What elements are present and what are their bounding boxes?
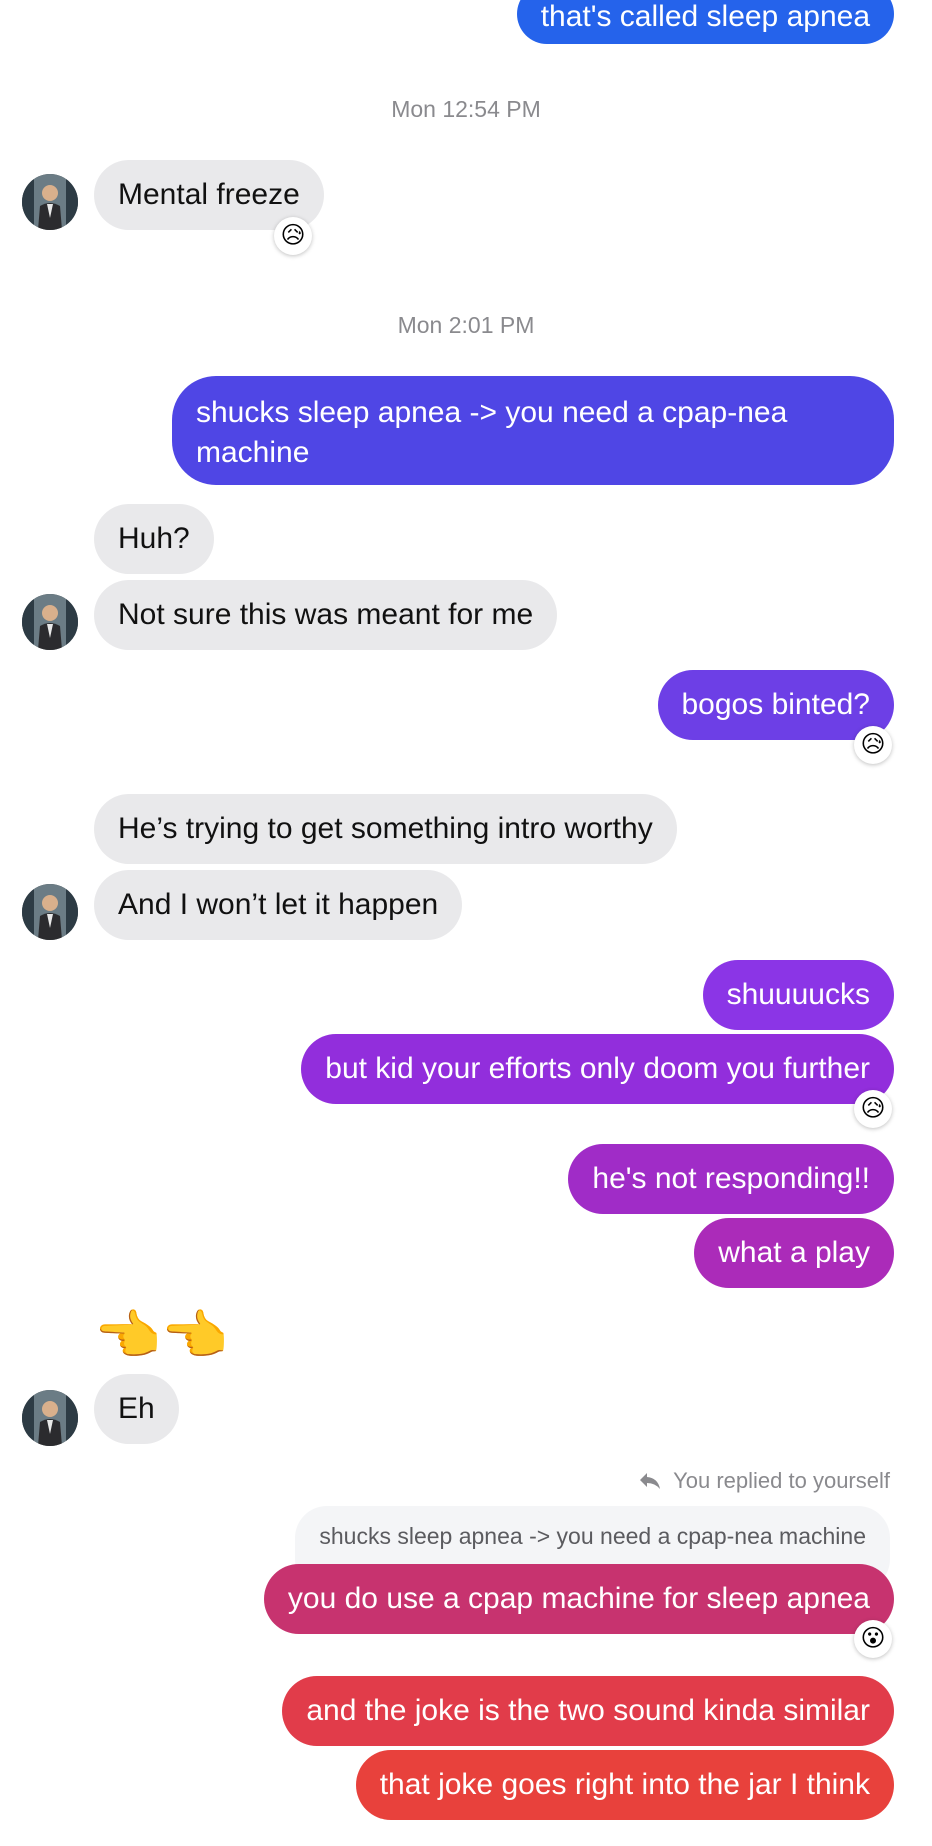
outgoing-message[interactable]: he's not responding!! [568,1144,894,1214]
outgoing-message[interactable]: but kid your efforts only doom you furth… [301,1034,894,1104]
outgoing-message[interactable]: that's called sleep apnea [516,0,894,44]
contact-avatar[interactable] [22,884,78,940]
contact-avatar[interactable] [22,594,78,650]
outgoing-message[interactable]: bogos binted? [657,670,894,740]
contact-avatar[interactable] [22,174,78,230]
reply-context-label: You replied to yourself [639,1468,890,1494]
timestamp: Mon 2:01 PM [397,312,535,338]
incoming-message[interactable]: He’s trying to get something intro worth… [94,794,677,864]
sad-tear-reaction-icon[interactable]: 😥 [854,1090,892,1128]
incoming-message[interactable]: Huh? [94,504,214,574]
pointing-hands-emoji[interactable]: 👈👈 [94,1306,228,1366]
incoming-message[interactable]: And I won’t let it happen [94,870,463,940]
outgoing-message[interactable]: what a play [694,1218,894,1288]
contact-avatar[interactable] [22,1390,78,1446]
outgoing-message[interactable]: that joke goes right into the jar I thin… [355,1750,894,1820]
chat-thread: that's called sleep apnea Mon 12:54 PM M… [0,0,932,1846]
incoming-message[interactable]: Eh [94,1374,179,1444]
reply-arrow-icon [639,1468,667,1493]
timestamp: Mon 12:54 PM [391,96,541,122]
reply-note-text: You replied to yourself [673,1468,890,1493]
surprised-reaction-icon[interactable]: 😮 [854,1620,892,1658]
sad-tear-reaction-icon[interactable]: 😥 [274,217,312,255]
outgoing-message[interactable]: shucks sleep apnea -> you need a cpap-ne… [172,376,894,485]
incoming-message[interactable]: Not sure this was meant for me [94,580,558,650]
outgoing-message[interactable]: shuuuucks [702,960,894,1030]
sad-tear-reaction-icon[interactable]: 😥 [854,726,892,764]
outgoing-message[interactable]: you do use a cpap machine for sleep apne… [263,1564,894,1634]
outgoing-message[interactable]: and the joke is the two sound kinda simi… [282,1676,894,1746]
